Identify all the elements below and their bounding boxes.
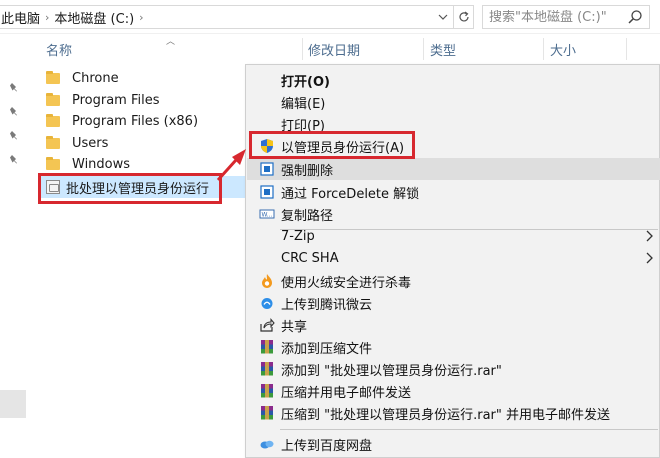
folder-icon	[46, 114, 60, 128]
menu-item-add-to-archive[interactable]: 添加到压缩文件	[247, 336, 660, 358]
file-name: Chrone	[72, 71, 119, 87]
menu-item-compress-rar-email[interactable]: 压缩到 "批处理以管理员身份运行.rar" 并用电子邮件发送	[247, 402, 660, 424]
nav-selected-item[interactable]	[0, 390, 26, 418]
list-item[interactable]: Program Files (x86)	[40, 111, 270, 133]
folder-icon	[46, 71, 60, 85]
force-delete-icon	[260, 185, 274, 199]
column-divider[interactable]	[423, 38, 424, 60]
huorong-icon	[262, 274, 272, 288]
file-name: Program Files (x86)	[72, 114, 199, 130]
search-icon[interactable]	[627, 9, 643, 25]
pin-icon[interactable]	[8, 106, 20, 118]
search-box[interactable]	[482, 5, 650, 29]
context-menu: 打开(O) 编辑(E) 打印(P) 以管理员身份运行(A) 强制删除 通过 Fo…	[245, 64, 660, 458]
menu-item-crc-sha[interactable]: CRC SHA	[247, 247, 660, 269]
column-header-modified[interactable]: 修改日期	[308, 38, 360, 60]
folder-icon	[46, 92, 60, 106]
menu-item-baidu-upload[interactable]: 上传到百度网盘	[247, 433, 660, 455]
column-divider[interactable]	[302, 38, 303, 60]
menu-item-edit[interactable]: 编辑(E)	[247, 91, 660, 113]
menu-item-add-to-rar[interactable]: 添加到 "批处理以管理员身份运行.rar"	[247, 358, 660, 380]
menu-item-force-delete[interactable]: 强制删除	[247, 158, 660, 180]
chevron-right-icon	[646, 230, 653, 242]
refresh-icon[interactable]	[453, 6, 473, 28]
winrar-icon	[261, 362, 273, 376]
svg-text:W...: W...	[262, 212, 273, 219]
list-item[interactable]: Chrone	[40, 68, 270, 90]
menu-item-compress-email[interactable]: 压缩并用电子邮件发送	[247, 380, 660, 402]
menu-item-weiyun-upload[interactable]: 上传到腾讯微云	[247, 292, 660, 314]
copy-path-icon: W...	[259, 209, 275, 219]
pin-icon[interactable]	[8, 82, 20, 94]
navigation-pane[interactable]	[0, 34, 26, 458]
force-delete-icon	[260, 162, 274, 176]
chevron-right-icon[interactable]: ›	[138, 11, 144, 24]
breadcrumb[interactable]: 此电脑 › 本地磁盘 (C:) ›	[0, 5, 474, 29]
file-list: Chrone Program Files Program Files (x86)…	[40, 68, 270, 176]
column-header-type[interactable]: 类型	[430, 38, 456, 60]
breadcrumb-local-disk[interactable]: 本地磁盘 (C:)	[50, 8, 138, 27]
menu-item-7zip[interactable]: 7-Zip	[247, 225, 660, 247]
explorer-window: 此电脑 › 本地磁盘 (C:) › ︿ 名称 修改日期 类型 大小	[0, 0, 660, 458]
file-name: Windows	[72, 157, 131, 173]
list-item[interactable]: Program Files	[40, 90, 270, 112]
list-item[interactable]: Users	[40, 133, 270, 155]
file-name: Users	[72, 135, 109, 151]
column-divider[interactable]	[543, 38, 544, 60]
menu-item-huorong-scan[interactable]: 使用火绒安全进行杀毒	[247, 270, 660, 292]
annotation-box-menu	[249, 131, 415, 159]
sort-ascending-icon: ︿	[166, 37, 176, 47]
column-header-size[interactable]: 大小	[550, 38, 576, 60]
search-input[interactable]	[489, 9, 629, 25]
winrar-icon	[261, 340, 273, 354]
annotation-box-file	[38, 173, 222, 204]
chevron-right-icon	[646, 252, 653, 264]
pin-icon[interactable]	[8, 130, 20, 142]
address-bar-area: 此电脑 › 本地磁盘 (C:) ›	[0, 0, 660, 34]
folder-icon	[46, 135, 60, 149]
winrar-icon	[261, 384, 273, 398]
folder-icon	[46, 157, 60, 171]
column-divider[interactable]	[626, 38, 627, 60]
breadcrumb-this-pc[interactable]: 此电脑	[0, 8, 44, 27]
winrar-icon	[261, 406, 273, 420]
pin-icon[interactable]	[8, 154, 20, 166]
menu-item-copy-path[interactable]: W... 复制路径	[247, 203, 660, 225]
menu-item-forcedelete-unlock[interactable]: 通过 ForceDelete 解锁	[247, 181, 660, 203]
file-name: Program Files	[72, 92, 160, 108]
menu-separator	[280, 429, 658, 430]
baidu-netdisk-icon	[260, 440, 274, 449]
menu-item-open[interactable]: 打开(O)	[247, 69, 660, 91]
column-header-name[interactable]: 名称	[46, 38, 72, 60]
share-icon	[260, 318, 275, 332]
weiyun-icon	[261, 298, 273, 309]
dropdown-history-icon[interactable]	[433, 6, 453, 28]
menu-item-share[interactable]: 共享	[247, 314, 660, 336]
